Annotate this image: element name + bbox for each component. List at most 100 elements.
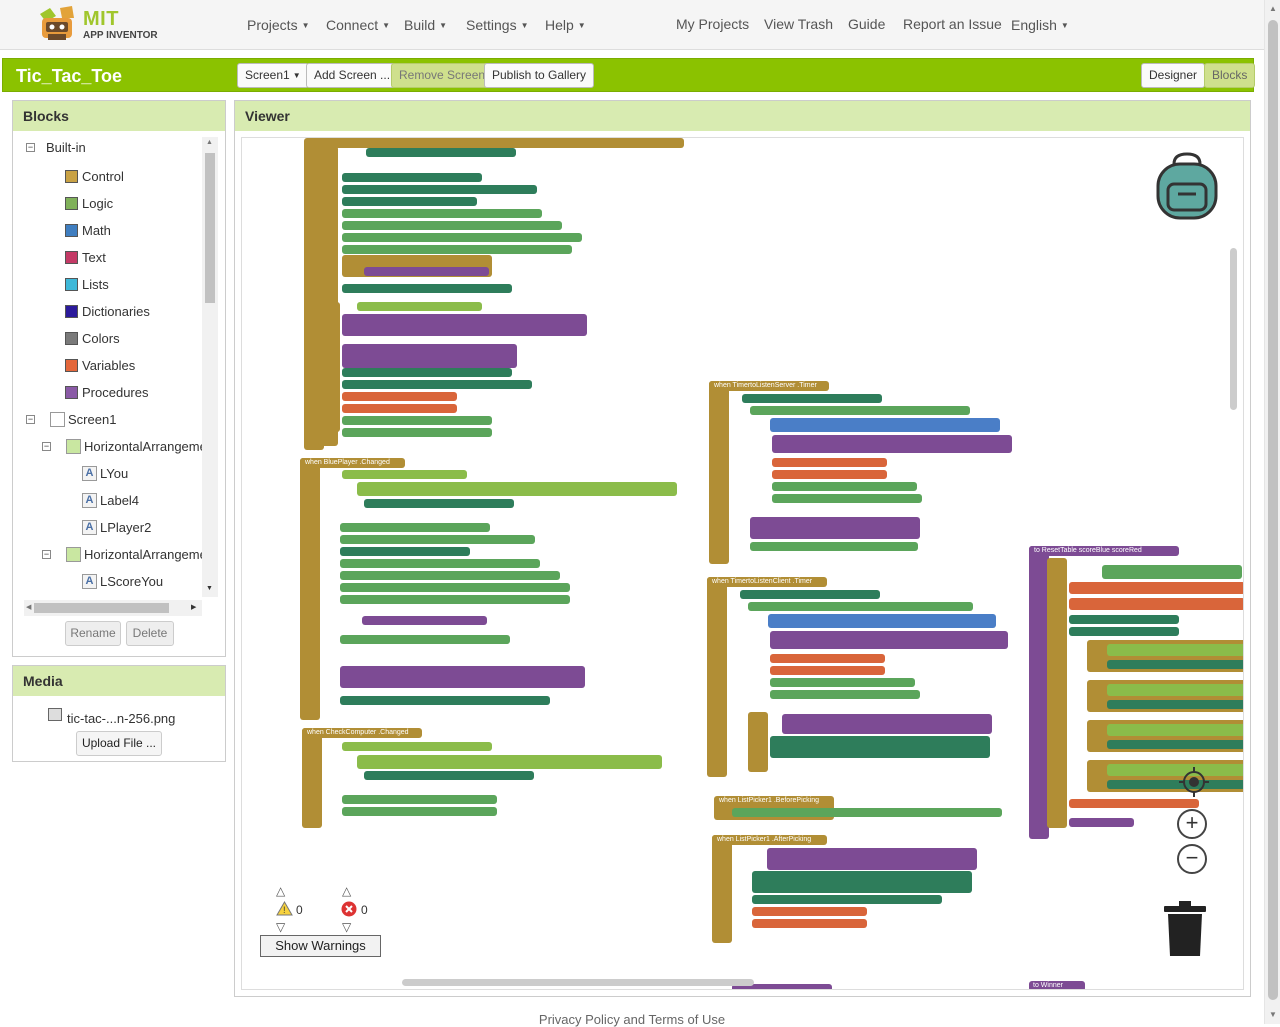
scroll-left-icon[interactable]: ◀ xyxy=(26,603,31,611)
set-block[interactable] xyxy=(340,583,570,592)
blocks-workspace[interactable]: when BluePlayer .Changed when CheckCompu… xyxy=(241,137,1244,990)
set-global-block[interactable] xyxy=(1069,799,1199,808)
set-block[interactable] xyxy=(340,559,540,568)
set-block[interactable] xyxy=(340,635,510,644)
center-workspace-icon[interactable] xyxy=(1179,767,1209,797)
set-block[interactable] xyxy=(342,197,477,206)
set-block[interactable] xyxy=(752,895,942,904)
set-block[interactable] xyxy=(732,808,1002,817)
collapse-toggle-icon[interactable]: − xyxy=(26,415,35,424)
workspace-vertical-scrollbar[interactable] xyxy=(1230,248,1237,410)
set-block[interactable] xyxy=(364,499,514,508)
compare-block[interactable] xyxy=(1107,684,1243,696)
set-block[interactable] xyxy=(1107,740,1243,749)
scroll-up-icon[interactable]: ▲ xyxy=(206,139,213,146)
collapse-toggle-icon[interactable]: − xyxy=(42,550,51,559)
my-projects-link[interactable]: My Projects xyxy=(676,16,749,32)
set-block[interactable] xyxy=(750,542,918,551)
set-global-block[interactable] xyxy=(772,470,887,479)
set-block[interactable] xyxy=(340,523,490,532)
zoom-in-icon[interactable]: + xyxy=(1177,809,1207,839)
call-block[interactable] xyxy=(772,435,1012,453)
compare-block[interactable] xyxy=(768,614,996,628)
call-connect-block[interactable] xyxy=(782,714,992,734)
view-trash-link[interactable]: View Trash xyxy=(764,16,833,32)
publish-gallery-button[interactable]: Publish to Gallery xyxy=(484,63,595,88)
set-block[interactable] xyxy=(364,771,534,780)
set-block[interactable] xyxy=(340,595,570,604)
set-block[interactable] xyxy=(1107,780,1243,789)
set-block[interactable] xyxy=(342,185,537,194)
set-block[interactable] xyxy=(342,368,512,377)
set-block[interactable] xyxy=(342,416,492,425)
scrollbar-thumb[interactable] xyxy=(205,153,215,303)
connect-menu[interactable]: Connect ▼ xyxy=(326,17,390,33)
upload-file-button[interactable]: Upload File ... xyxy=(76,731,162,756)
next-error-icon[interactable]: ▽ xyxy=(342,920,351,934)
compare-block[interactable] xyxy=(770,418,1000,432)
trash-icon[interactable] xyxy=(1163,900,1207,958)
set-block[interactable] xyxy=(342,173,482,182)
scroll-down-icon[interactable]: ▼ xyxy=(1269,1010,1277,1019)
delete-button[interactable]: Delete xyxy=(126,621,174,646)
set-block[interactable] xyxy=(342,795,497,804)
set-block[interactable] xyxy=(1069,615,1179,624)
logic-block[interactable] xyxy=(342,470,467,479)
set-global-block[interactable] xyxy=(342,392,457,401)
event-header[interactable]: when BluePlayer .Changed xyxy=(300,458,405,468)
set-block[interactable] xyxy=(342,284,512,293)
rename-button[interactable]: Rename xyxy=(65,621,121,646)
procedure-reset-table[interactable] xyxy=(1029,546,1049,839)
event-header[interactable]: when TimertoListenClient .Timer xyxy=(707,577,827,587)
set-block[interactable] xyxy=(342,807,497,816)
set-join-block[interactable] xyxy=(770,736,990,758)
procedure-winner[interactable]: to Winner xyxy=(1029,981,1085,989)
scrollbar-thumb[interactable] xyxy=(34,603,169,613)
set-block[interactable] xyxy=(342,380,532,389)
scroll-down-icon[interactable]: ▼ xyxy=(206,585,213,592)
set-block[interactable] xyxy=(342,221,562,230)
call-connect-block[interactable] xyxy=(767,848,977,870)
set-global-block[interactable] xyxy=(1069,598,1243,610)
event-timer-client[interactable] xyxy=(707,577,727,777)
projects-menu[interactable]: Projects ▼ xyxy=(247,17,310,33)
call-accept-connection-block[interactable] xyxy=(342,344,517,368)
set-block[interactable] xyxy=(342,428,492,437)
call-block[interactable] xyxy=(1069,818,1134,827)
compare-block[interactable] xyxy=(1107,764,1243,776)
event-header[interactable]: when TimertoListenServer .Timer xyxy=(709,381,829,391)
event-after-picking[interactable] xyxy=(712,835,732,943)
zoom-out-icon[interactable]: − xyxy=(1177,844,1207,874)
call-block[interactable] xyxy=(362,616,487,625)
call-notifier-block[interactable] xyxy=(340,666,585,688)
logic-block[interactable] xyxy=(742,394,882,403)
set-global-block[interactable] xyxy=(770,654,885,663)
scrollbar-thumb[interactable] xyxy=(1268,20,1278,1000)
build-menu[interactable]: Build ▼ xyxy=(404,17,447,33)
tree-horizontal-scrollbar[interactable]: ◀ ▶ xyxy=(24,600,202,616)
set-block[interactable] xyxy=(366,148,516,157)
event-header[interactable]: when ListPicker1 .AfterPicking xyxy=(712,835,827,845)
set-block[interactable] xyxy=(772,494,922,503)
event-checkcomputer-changed[interactable] xyxy=(302,728,322,828)
set-join-block[interactable] xyxy=(752,871,972,893)
logic-block[interactable] xyxy=(342,742,492,751)
event-header[interactable]: when CheckComputer .Changed xyxy=(302,728,422,738)
set-block[interactable] xyxy=(342,245,572,254)
report-issue-link[interactable]: Report an Issue xyxy=(903,16,1002,32)
set-block[interactable] xyxy=(340,547,470,556)
set-block[interactable] xyxy=(340,571,560,580)
logic-block[interactable] xyxy=(740,590,880,599)
show-warnings-button[interactable]: Show Warnings xyxy=(260,935,381,957)
scroll-right-icon[interactable]: ▶ xyxy=(191,603,196,611)
set-global-block[interactable] xyxy=(1069,582,1243,594)
remove-screen-button[interactable]: Remove Screen xyxy=(391,63,494,88)
procedure-header[interactable]: to ResetTable scoreBlue scoreRed xyxy=(1029,546,1179,556)
screen-select-dropdown[interactable]: Screen1 ▼ xyxy=(237,63,309,88)
add-screen-button[interactable]: Add Screen ... xyxy=(306,63,399,88)
set-block[interactable] xyxy=(748,602,973,611)
page-vertical-scrollbar[interactable]: ▲ ▼ xyxy=(1264,0,1280,1024)
set-block[interactable] xyxy=(1069,627,1179,636)
call-block[interactable] xyxy=(364,267,489,276)
call-accept-connection-block[interactable] xyxy=(750,517,920,539)
